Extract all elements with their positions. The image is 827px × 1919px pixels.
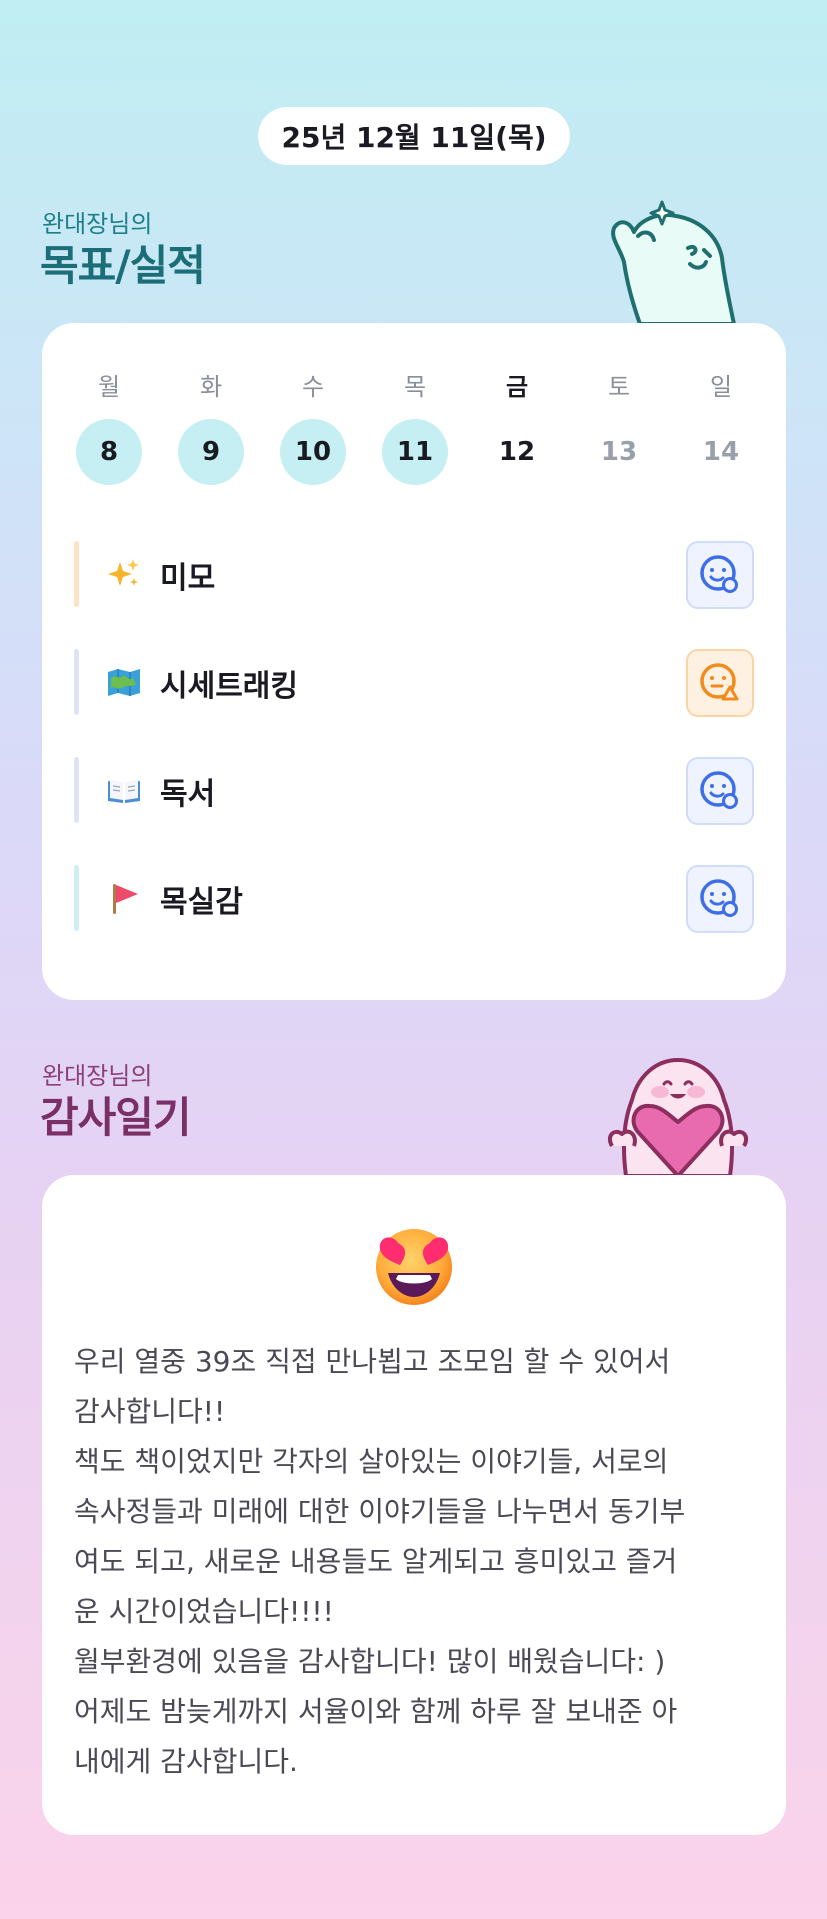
day-number: 12 <box>498 437 536 467</box>
gratitude-line: 월부환경에 있음을 감사합니다! 많이 배웠습니다: ) <box>74 1645 666 1678</box>
goal-name: 독서 <box>160 777 216 812</box>
gratitude-line: 어제도 밤늦게까지 서율이와 함께 하루 잘 보내준 아 <box>74 1695 678 1728</box>
goal-row[interactable]: 시세트래킹 <box>74 649 754 717</box>
day-label: 목 <box>403 373 427 401</box>
open-book-emoji-icon <box>108 780 140 803</box>
goals-title: 목표/실적 <box>40 241 206 290</box>
date-label: 25년 12월 11일(목) <box>281 121 547 154</box>
goal-row[interactable]: 독서 <box>74 757 754 825</box>
status-smile-check-button[interactable] <box>686 865 754 933</box>
smile-check-icon <box>700 879 738 917</box>
day-label: 월 <box>97 373 121 401</box>
goal-accent-bar <box>74 865 79 931</box>
gratitude-line: 책도 책이었지만 각자의 살아있는 이야기들, 서로의 <box>74 1445 669 1478</box>
day-number: 14 <box>702 437 740 467</box>
gratitude-line: 감사합니다!! <box>74 1395 226 1428</box>
goal-accent-bar <box>74 757 79 823</box>
mint-mascot-illustration <box>611 200 736 324</box>
status-smile-check-button[interactable] <box>686 757 754 825</box>
goal-row[interactable]: 미모 <box>74 541 754 609</box>
smile-check-icon <box>700 555 738 593</box>
gratitude-card: 우리 열중 39조 직접 만나뵙고 조모임 할 수 있어서 감사합니다!! 책도… <box>42 1175 786 1835</box>
goal-name: 목실감 <box>160 885 243 920</box>
date-pill[interactable]: 25년 12월 11일(목) <box>258 107 570 165</box>
gratitude-text: 우리 열중 39조 직접 만나뵙고 조모임 할 수 있어서 감사합니다!! 책도… <box>74 1337 754 1787</box>
goals-card: 월 8 화 9 수 10 목 11 금 12 토 13 일 14 미모 시세트래… <box>42 323 786 1000</box>
day-label: 일 <box>709 373 733 401</box>
gratitude-title: 감사일기 <box>40 1093 192 1142</box>
smile-check-icon <box>700 771 738 809</box>
goal-accent-bar <box>74 649 79 715</box>
heart-eyes-emoji-icon <box>376 1229 452 1305</box>
gratitude-line: 여도 되고, 새로운 내용들도 알게되고 흥미있고 즐거 <box>74 1545 678 1578</box>
day-number: 8 <box>76 419 142 485</box>
day-number: 11 <box>382 419 448 485</box>
status-smile-check-button[interactable] <box>686 541 754 609</box>
day-number: 13 <box>600 437 638 467</box>
pink-mascot-heart-illustration <box>607 1058 749 1176</box>
day-number: 10 <box>280 419 346 485</box>
day-label: 수 <box>301 373 325 401</box>
day-number: 9 <box>178 419 244 485</box>
day-label: 금 <box>505 373 529 401</box>
red-flag-emoji-icon <box>113 884 138 914</box>
gratitude-line: 운 시간이었습니다!!!! <box>74 1595 334 1628</box>
map-emoji-icon <box>108 669 140 696</box>
day-label: 토 <box>607 373 631 401</box>
status-warning-button[interactable] <box>686 649 754 717</box>
goal-accent-bar <box>74 541 79 607</box>
gratitude-line: 속사정들과 미래에 대한 이야기들을 나누면서 동기부 <box>74 1495 686 1528</box>
smile-warning-icon <box>700 663 739 701</box>
gratitude-line: 내에게 감사합니다. <box>74 1745 298 1778</box>
goal-row[interactable]: 목실감 <box>74 865 754 933</box>
goal-name: 시세트래킹 <box>160 669 298 704</box>
sparkles-emoji-icon <box>108 559 139 586</box>
gratitude-line: 우리 열중 39조 직접 만나뵙고 조모임 할 수 있어서 <box>74 1345 671 1378</box>
goal-name: 미모 <box>160 561 216 596</box>
day-label: 화 <box>199 373 223 401</box>
